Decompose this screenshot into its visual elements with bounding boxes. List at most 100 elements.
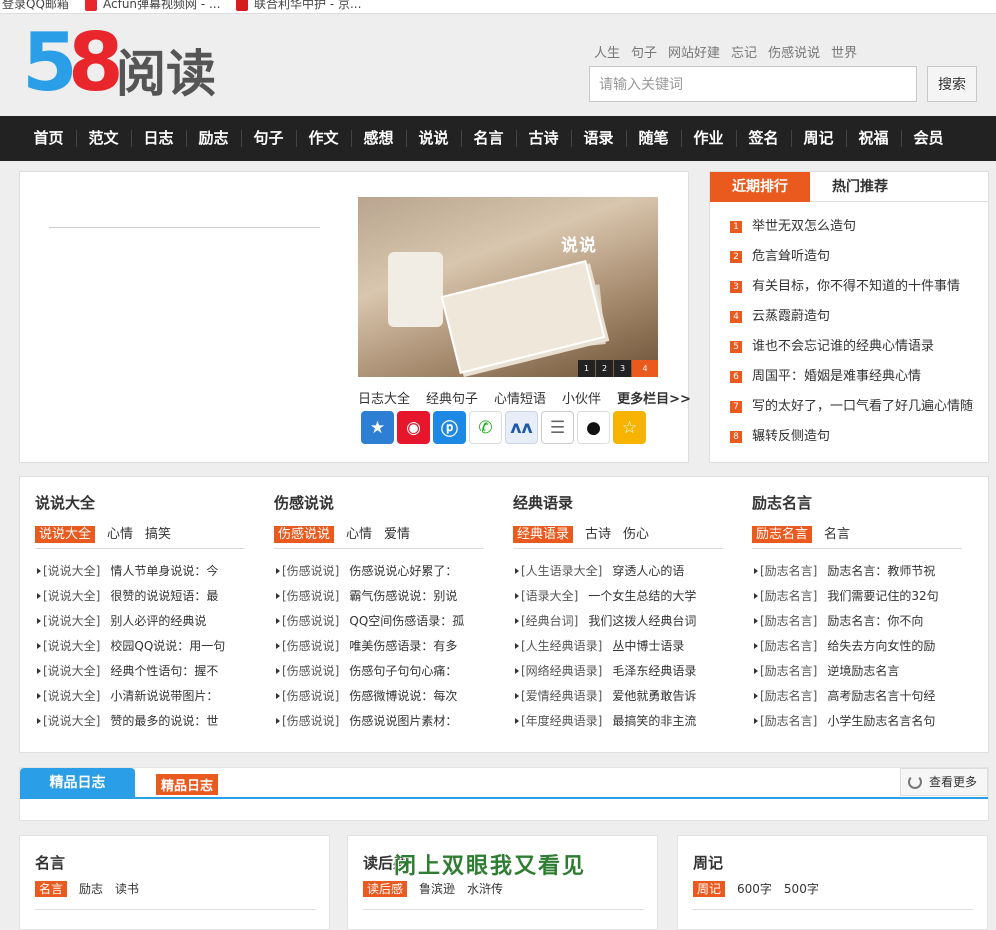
tag-link[interactable]: 爱情 (384, 527, 410, 542)
list-item[interactable]: [伤感说说] 伤感微博说说：每次 (274, 686, 484, 711)
list-item[interactable]: [伤感说说] 伤感说说图片素材： (274, 711, 484, 736)
nav-item[interactable]: 作业 (681, 116, 736, 161)
list-item[interactable]: 4 云蒸霞蔚造句 (730, 304, 974, 334)
tag-link[interactable]: 水浒传 (467, 882, 503, 896)
tag-link[interactable]: 心情 (346, 527, 372, 542)
list-item[interactable]: [网络经典语录] 毛泽东经典语录 (513, 661, 723, 686)
list-item[interactable]: [说说大全] 很赞的说说短语：最 (35, 586, 245, 611)
tag-link[interactable]: 励志 (79, 882, 103, 896)
nav-item[interactable]: 句子 (241, 116, 296, 161)
nav-item[interactable]: 签名 (736, 116, 791, 161)
bookmark-qq-mail[interactable]: 登录QQ邮箱 (2, 0, 69, 12)
tag-link[interactable]: 古诗 (585, 527, 611, 542)
list-item[interactable]: [励志名言] 励志名言：你不向 (752, 611, 962, 636)
list-item[interactable]: [伤感说说] QQ空间伤感语录：孤 (274, 611, 484, 636)
nav-item[interactable]: 名言 (461, 116, 516, 161)
site-logo[interactable]: 5 8 阅读 (22, 23, 222, 107)
list-item[interactable]: [励志名言] 高考励志名言十句经 (752, 686, 962, 711)
list-item[interactable]: 5 谁也不会忘记谁的经典心情语录 (730, 334, 974, 364)
nav-item[interactable]: 随笔 (626, 116, 681, 161)
renren-icon[interactable]: ʌʌ (505, 411, 538, 444)
tag-link-active[interactable]: 励志名言 (752, 526, 813, 543)
tag-link-active[interactable]: 周记 (693, 881, 726, 897)
tag-link[interactable]: 500字 (784, 882, 819, 896)
list-item[interactable]: [伤感说说] 霸气伤感说说：别说 (274, 586, 484, 611)
search-button[interactable]: 搜索 (927, 66, 977, 102)
tag-link[interactable]: 搞笑 (145, 527, 171, 542)
tag-link-active[interactable]: 说说大全 (35, 526, 96, 543)
slider-page-button[interactable]: 1 (578, 360, 595, 377)
search-input[interactable] (589, 66, 917, 102)
slider-page-button[interactable]: 2 (596, 360, 613, 377)
hotword-link[interactable]: 句子 (631, 46, 657, 61)
quick-link[interactable]: 小伙伴 (562, 392, 601, 407)
list-item[interactable]: [人生经典语录] 丛中博士语录 (513, 636, 723, 661)
list-item[interactable]: 2 危言耸听造句 (730, 244, 974, 274)
list-item[interactable]: [年度经典语录] 最搞笑的非主流 (513, 711, 723, 736)
nav-item[interactable]: 语录 (571, 116, 626, 161)
more-columns-link[interactable]: 更多栏目>> (617, 392, 691, 407)
weibo-icon[interactable]: ◉ (397, 411, 430, 444)
qzone-icon[interactable]: ★ (361, 411, 394, 444)
hotword-link[interactable]: 忘记 (731, 46, 757, 61)
tag-link-active[interactable]: 经典语录 (513, 526, 574, 543)
tag-link[interactable]: 鲁滨逊 (419, 882, 455, 896)
hotword-link[interactable]: 人生 (594, 46, 620, 61)
list-item[interactable]: 7 写的太好了，一口气看了好几遍心情随笔 (730, 394, 974, 424)
qq-icon[interactable]: ● (577, 411, 610, 444)
list-item[interactable]: 8 辗转反侧造句 (730, 424, 974, 454)
tag-link[interactable]: 伤心 (623, 527, 649, 542)
list-item[interactable]: [伤感说说] 伤感说说心好累了： (274, 561, 484, 586)
list-item[interactable]: 1 举世无双怎么造句 (730, 214, 974, 244)
list-item[interactable]: [伤感说说] 唯美伤感语录：有多 (274, 636, 484, 661)
bookmark-jd[interactable]: 联合利华中护 - 京... (236, 0, 361, 12)
list-item[interactable]: [说说大全] 别人必评的经典说 (35, 611, 245, 636)
list-item[interactable]: [说说大全] 小清新说说带图片： (35, 686, 245, 711)
quick-link[interactable]: 心情短语 (494, 392, 546, 407)
quick-link[interactable]: 经典句子 (426, 392, 478, 407)
tab-recent-rank[interactable]: 近期排行 (710, 172, 810, 202)
tag-link-active[interactable]: 伤感说说 (274, 526, 335, 543)
tag-link[interactable]: 名言 (824, 527, 850, 542)
tab-featured-diary[interactable]: 精品日志 (20, 768, 135, 798)
quick-link[interactable]: 日志大全 (358, 392, 410, 407)
bookmark-acfun[interactable]: Acfun弹幕视频网 - ... (85, 0, 220, 12)
list-item[interactable]: [励志名言] 励志名言：教师节祝 (752, 561, 962, 586)
nav-item[interactable]: 作文 (296, 116, 351, 161)
view-more-button[interactable]: 查看更多 (900, 768, 988, 796)
list-item[interactable]: 6 周国平：婚姻是难事经典心情 (730, 364, 974, 394)
tag-link-active[interactable]: 读后感 (363, 881, 408, 897)
tag-link-active[interactable]: 名言 (35, 881, 68, 897)
list-item[interactable]: [说说大全] 赞的最多的说说：世 (35, 711, 245, 736)
nav-item[interactable]: 古诗 (516, 116, 571, 161)
hotword-link[interactable]: 世界 (831, 46, 857, 61)
list-item[interactable]: [励志名言] 我们需要记住的32句 (752, 586, 962, 611)
list-item[interactable]: [爱情经典语录] 爱他就勇敢告诉 (513, 686, 723, 711)
wechat-icon[interactable]: ✆ (469, 411, 502, 444)
nav-item[interactable]: 范文 (76, 116, 131, 161)
slider-image[interactable]: 说说 1 2 3 4 (358, 197, 658, 377)
tag-link[interactable]: 心情 (107, 527, 133, 542)
list-item[interactable]: [经典台词] 我们这拨人经典台词 (513, 611, 723, 636)
list-item[interactable]: [伤感说说] 伤感句子句句心痛： (274, 661, 484, 686)
list-item[interactable]: [励志名言] 给失去方向女性的励 (752, 636, 962, 661)
list-item[interactable]: 3 有关目标，你不得不知道的十件事情 (730, 274, 974, 304)
nav-item[interactable]: 日志 (131, 116, 186, 161)
nav-item[interactable]: 励志 (186, 116, 241, 161)
nav-item[interactable]: 感想 (351, 116, 406, 161)
list-item[interactable]: [人生语录大全] 穿透人心的语 (513, 561, 723, 586)
tag-link[interactable]: 读书 (115, 882, 139, 896)
tag-link[interactable]: 600字 (737, 882, 772, 896)
list-item[interactable]: [说说大全] 经典个性语句：握不 (35, 661, 245, 686)
nav-item[interactable]: 祝福 (846, 116, 901, 161)
nav-item[interactable]: 首页 (21, 116, 76, 161)
nav-item[interactable]: 周记 (791, 116, 846, 161)
hotword-link[interactable]: 伤感说说 (768, 46, 820, 61)
list-item[interactable]: [语录大全] 一个女生总结的大学 (513, 586, 723, 611)
pengyou-icon[interactable]: ⓟ (433, 411, 466, 444)
list-item[interactable]: [励志名言] 逆境励志名言 (752, 661, 962, 686)
list-item[interactable]: [说说大全] 校园QQ说说：用一句 (35, 636, 245, 661)
hotword-link[interactable]: 网站好建 (668, 46, 720, 61)
slider-page-button-active[interactable]: 4 (632, 360, 658, 377)
nav-item[interactable]: 会员 (901, 116, 956, 161)
